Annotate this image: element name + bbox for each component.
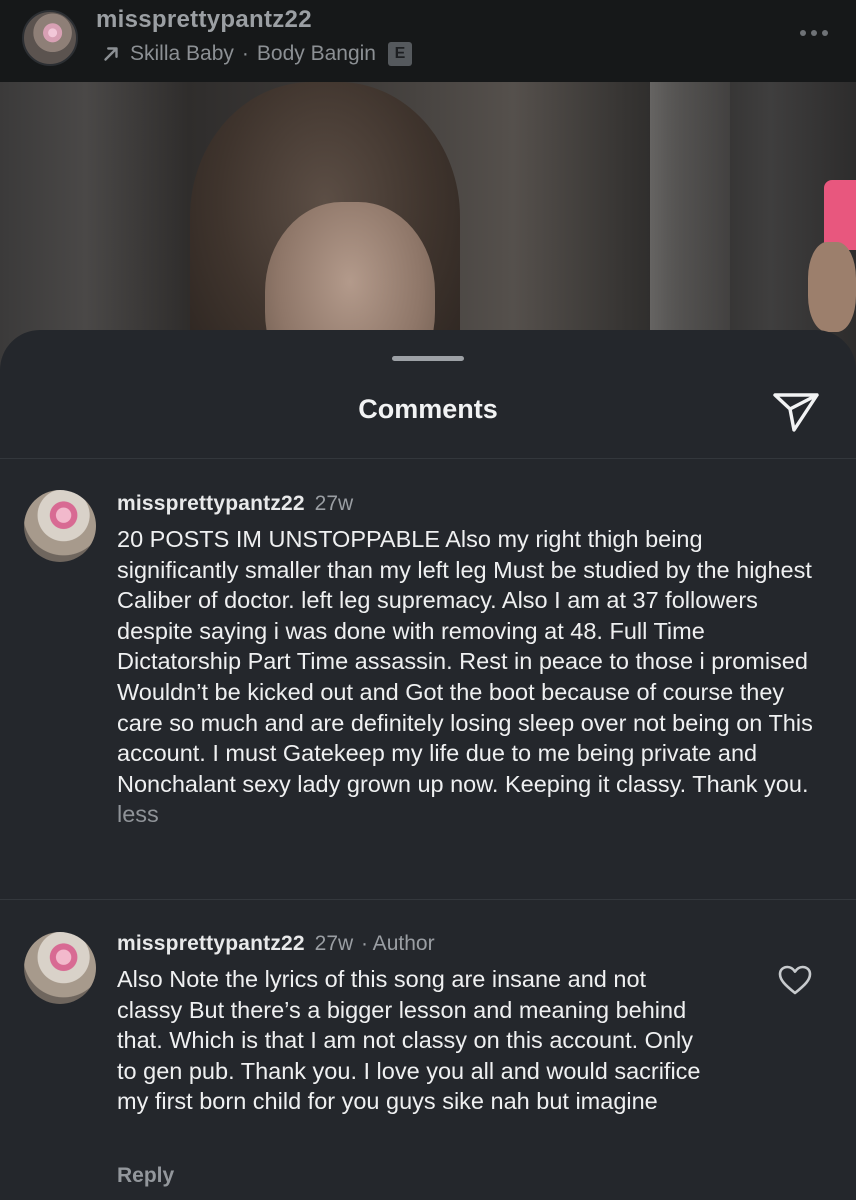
comments-sheet: Comments missprettypantz22 27w 20 POSTS …: [0, 330, 856, 1200]
more-horizontal-icon[interactable]: [800, 30, 828, 36]
arrow-up-right-icon: [104, 47, 118, 61]
heart-icon[interactable]: [777, 964, 813, 996]
music-separator: ·: [241, 42, 249, 65]
divider: [0, 899, 856, 900]
comment-time: 27w: [314, 492, 354, 515]
sheet-title: Comments: [358, 394, 498, 424]
avatar[interactable]: [24, 490, 96, 562]
comment-username[interactable]: missprettypantz22: [117, 932, 305, 955]
avatar[interactable]: [24, 932, 96, 1004]
drag-handle[interactable]: [392, 356, 464, 361]
comment-time: 27w: [314, 932, 354, 955]
comment-header: missprettypantz22 27w: [117, 492, 353, 516]
post-music-attribution[interactable]: Skilla Baby · Body Bangin E: [100, 42, 412, 66]
reply-button[interactable]: Reply: [117, 1164, 174, 1188]
less-link[interactable]: less: [117, 801, 159, 827]
comment-text-block: 20 POSTS IM UNSTOPPABLE Also my right th…: [117, 524, 823, 830]
comment-text: 20 POSTS IM UNSTOPPABLE Also my right th…: [117, 526, 813, 797]
music-artist: Skilla Baby: [130, 42, 234, 65]
post-username[interactable]: missprettypantz22: [96, 6, 312, 34]
explicit-badge: E: [387, 42, 412, 66]
author-tag: · Author: [361, 932, 435, 955]
comment-header: missprettypantz22 27w · Author: [117, 932, 435, 956]
music-title: Body Bangin: [256, 42, 376, 65]
divider: [0, 458, 856, 459]
post-header: missprettypantz22 Skilla Baby · Body Ban…: [0, 0, 856, 82]
comment-text: Also Note the lyrics of this song are in…: [117, 966, 701, 1115]
post-author-avatar[interactable]: [22, 10, 78, 66]
comment-text-block: Also Note the lyrics of this song are in…: [117, 964, 717, 1117]
paper-plane-icon[interactable]: [772, 390, 820, 434]
comment-username[interactable]: missprettypantz22: [117, 492, 305, 515]
